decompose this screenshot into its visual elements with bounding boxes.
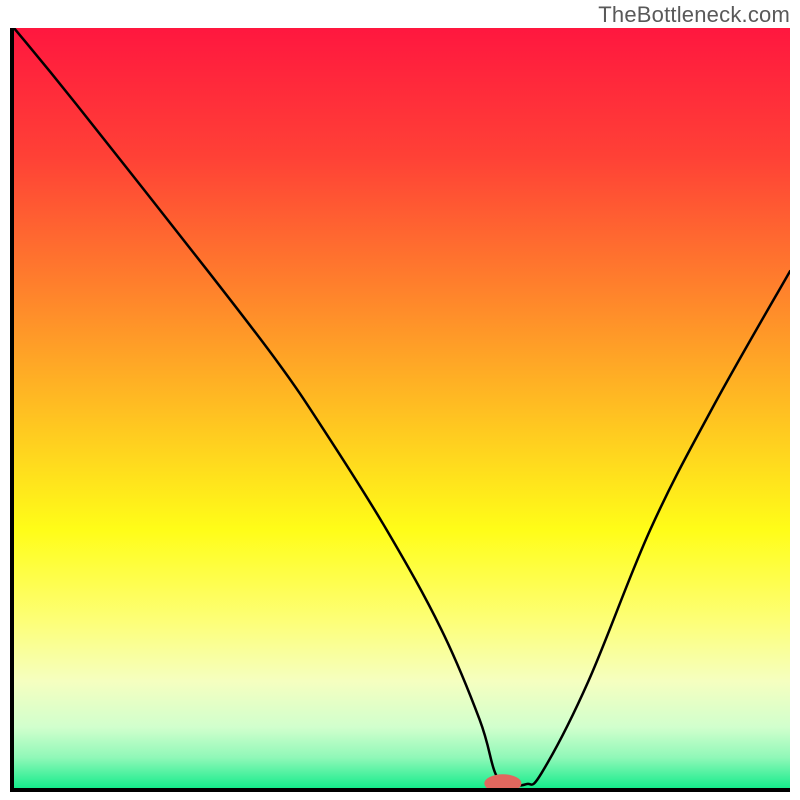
chart-background [14,28,790,788]
bottleneck-chart [14,28,790,788]
watermark-text: TheBottleneck.com [598,2,790,28]
chart-container: TheBottleneck.com [0,0,800,800]
